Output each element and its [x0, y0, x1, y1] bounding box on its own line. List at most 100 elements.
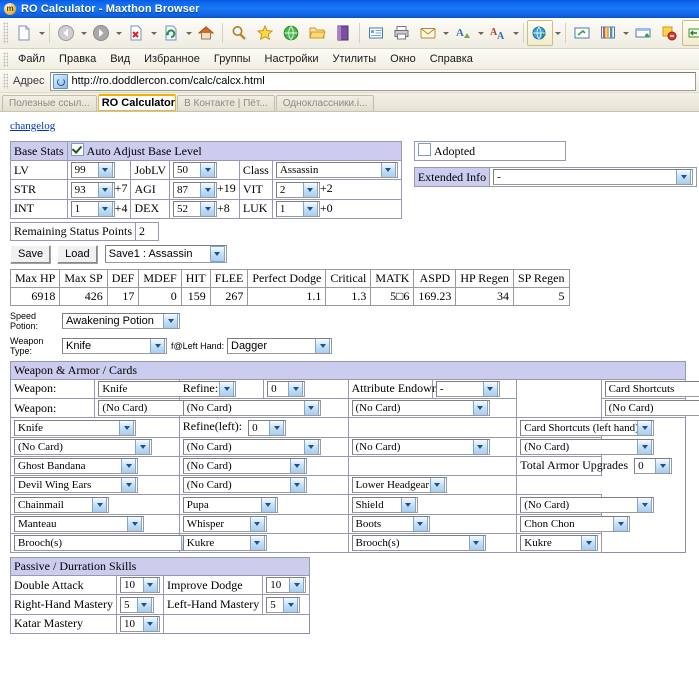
list-icon[interactable]	[363, 20, 389, 46]
new-tab-icon[interactable]	[11, 20, 37, 46]
weapon-card-select-3[interactable]: (No Card)	[351, 400, 490, 417]
toolbar-grip[interactable]	[3, 22, 8, 44]
accessory2-select[interactable]: Brooch(s)	[351, 535, 486, 551]
save-button[interactable]: Save	[10, 244, 52, 264]
globe-blue-caret-icon[interactable]	[553, 22, 562, 44]
block-ads-icon[interactable]	[656, 20, 682, 46]
left-card-select-4[interactable]: (No Card)	[520, 438, 655, 455]
headgear-mid-select[interactable]: Devil Wing Ears	[14, 477, 138, 494]
footgear-select[interactable]: Boots	[351, 515, 430, 532]
footgear-card-select[interactable]: Chon Chon	[520, 515, 631, 532]
left-card-select-1[interactable]: (No Card)	[14, 438, 152, 455]
tab-ro-calculator[interactable]: RO Calculator	[97, 94, 177, 111]
tab-vkontakte[interactable]: В Контакте | Пёт...	[177, 95, 275, 111]
translate-icon[interactable]: AA	[485, 20, 511, 46]
armor-card-select[interactable]: Pupa	[182, 496, 278, 513]
globe-green-icon[interactable]	[278, 20, 304, 46]
accessory2-card-select[interactable]: Kukre	[520, 535, 599, 551]
save-slot-select[interactable]: Save1 : Assassin	[104, 245, 227, 264]
left-card-select-3[interactable]: (No Card)	[351, 438, 490, 455]
menu-item-settings[interactable]: Настройки	[258, 51, 326, 67]
menu-item-file[interactable]: Файл	[11, 51, 52, 67]
extended-info-select[interactable]: -	[493, 169, 694, 186]
book-icon[interactable]	[330, 20, 356, 46]
search-icon[interactable]	[226, 20, 252, 46]
double-attack-select[interactable]: 10	[119, 577, 160, 594]
garment-select[interactable]: Manteau	[14, 515, 144, 532]
refine-left-select[interactable]: 0	[248, 419, 287, 436]
print-icon[interactable]	[389, 20, 415, 46]
int-select[interactable]: 1	[70, 200, 115, 217]
headgear-top-card-select[interactable]: (No Card)	[182, 458, 307, 474]
attribute-endowment-select[interactable]: -	[435, 381, 500, 397]
class-select[interactable]: Assassin	[275, 162, 398, 179]
translate-caret-icon[interactable]	[511, 22, 520, 44]
font-size-caret-icon[interactable]	[476, 22, 485, 44]
font-size-icon[interactable]: A	[450, 20, 476, 46]
new-tab-caret-icon[interactable]	[37, 22, 46, 44]
stop-icon[interactable]	[123, 20, 149, 46]
shield-card-select[interactable]: (No Card)	[520, 496, 655, 513]
menu-item-help[interactable]: Справка	[423, 51, 480, 67]
weapon-card-select-2[interactable]: (No Card)	[182, 400, 321, 417]
menu-item-view[interactable]: Вид	[103, 51, 137, 67]
refine-select[interactable]: 0	[267, 381, 306, 397]
right-hand-mastery-select[interactable]: 5	[119, 596, 154, 613]
tab-odnoklassniki[interactable]: Одноклассники.i...	[275, 95, 375, 111]
adopted-checkbox[interactable]	[417, 143, 431, 156]
refresh-caret-icon[interactable]	[184, 22, 193, 44]
weapon-card-select-4[interactable]: (No Card)	[604, 400, 699, 417]
garment-card-select[interactable]: Whisper	[182, 515, 267, 532]
load-button[interactable]: Load	[57, 244, 98, 264]
addressbar-grip[interactable]	[3, 73, 8, 89]
filter-caret-icon[interactable]	[621, 22, 630, 44]
shield-select[interactable]: Shield	[351, 496, 418, 513]
speed-potion-select[interactable]: Awakening Potion	[62, 312, 180, 329]
armor-select[interactable]: Chainmail	[14, 496, 109, 513]
menubar-grip[interactable]	[3, 51, 8, 67]
accessory1-card-select[interactable]: Kukre	[182, 535, 267, 551]
window-plus-icon[interactable]	[630, 20, 656, 46]
stop-caret-icon[interactable]	[149, 22, 158, 44]
menu-item-favorites[interactable]: Избранное	[137, 51, 207, 67]
left-card-select-2[interactable]: (No Card)	[182, 438, 321, 455]
weapon-type-select[interactable]: Knife	[62, 337, 167, 354]
refresh-icon[interactable]	[158, 20, 184, 46]
mail-caret-icon[interactable]	[441, 22, 450, 44]
improve-dodge-select[interactable]: 10	[266, 577, 307, 594]
favorites-star-icon[interactable]	[252, 20, 278, 46]
mail-icon[interactable]	[415, 20, 441, 46]
left-weapon-select[interactable]: Knife	[14, 419, 136, 436]
left-hand-mastery-select[interactable]: 5	[266, 596, 301, 613]
menu-item-window[interactable]: Окно	[383, 51, 423, 67]
filter-icon[interactable]	[595, 20, 621, 46]
lv-select[interactable]: 99	[70, 162, 115, 179]
screenshot-icon[interactable]	[569, 20, 595, 46]
sniffer-icon[interactable]	[682, 20, 699, 46]
headgear-mid-card-select[interactable]: (No Card)	[182, 477, 307, 494]
katar-mastery-select[interactable]: 10	[119, 615, 160, 632]
luk-select[interactable]: 1	[275, 200, 320, 217]
folder-icon[interactable]	[304, 20, 330, 46]
agi-select[interactable]: 87	[173, 181, 218, 198]
tab-useful-links[interactable]: Полезные ссыл...	[2, 95, 97, 111]
accessory1-select[interactable]: Brooch(s)	[14, 535, 198, 551]
dex-select[interactable]: 52	[173, 200, 218, 217]
menu-item-utilities[interactable]: Утилиты	[325, 51, 383, 67]
left-hand-select[interactable]: Dagger	[227, 337, 332, 354]
str-select[interactable]: 93	[70, 181, 115, 198]
back-icon[interactable]	[53, 20, 79, 46]
globe-blue-icon[interactable]	[527, 20, 553, 46]
forward-caret-icon[interactable]	[114, 22, 123, 44]
address-input[interactable]: http://ro.doddlercon.com/calc/calcx.html	[49, 71, 696, 91]
joblv-select[interactable]: 50	[173, 162, 218, 179]
auto-adjust-checkbox[interactable]	[70, 143, 84, 156]
card-shortcuts-left-select[interactable]: Card Shortcuts (left hand)	[520, 419, 655, 436]
headgear-top-select[interactable]: Ghost Bandana	[14, 458, 138, 474]
vit-select[interactable]: 2	[275, 181, 320, 198]
headgear-low-select[interactable]: Lower Headgear	[351, 477, 447, 494]
back-caret-icon[interactable]	[79, 22, 88, 44]
total-armor-upgrades-select[interactable]: 0	[634, 458, 673, 474]
changelog-link[interactable]: changelog	[10, 120, 55, 132]
menu-item-groups[interactable]: Группы	[207, 51, 258, 67]
